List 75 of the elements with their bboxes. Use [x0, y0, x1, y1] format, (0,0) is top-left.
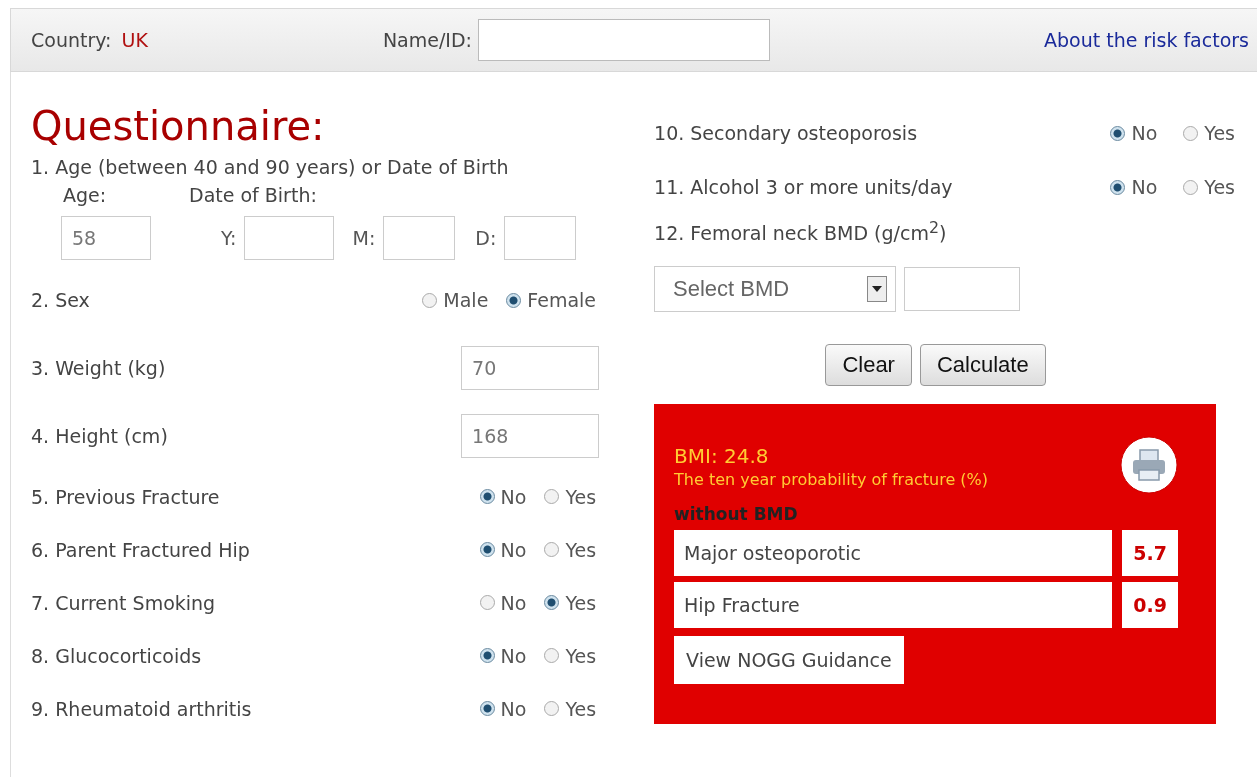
radio-button[interactable]: [479, 648, 495, 663]
radio-button[interactable]: [1110, 125, 1126, 141]
value-field[interactable]: 70: [461, 346, 600, 390]
option-label: Yes: [1204, 122, 1235, 144]
questionnaire-title: Questionnaire:: [31, 102, 326, 150]
question-label: 9. Rheumatoid arthritis: [31, 697, 252, 720]
question-label: 2. Sex: [31, 289, 90, 311]
option-label: Yes: [565, 591, 597, 614]
radio-button[interactable]: [422, 292, 438, 308]
question-label: 10. Secondary osteoporosis: [654, 122, 918, 144]
caret-icon: [867, 276, 888, 302]
bmd-field[interactable]: [904, 267, 1021, 311]
radio-button[interactable]: [1183, 125, 1199, 141]
option-label: Male: [443, 289, 489, 311]
option-label: Yes: [1204, 176, 1235, 198]
probability-cell: 5.7: [1122, 530, 1179, 576]
date-field[interactable]: [244, 216, 335, 260]
option-label: No: [500, 485, 527, 508]
radio-button[interactable]: [544, 542, 560, 557]
question-label: 3. Weight (kg): [31, 357, 166, 379]
option-label: No: [500, 591, 527, 614]
date-of-birth-label: Date of Birth:: [189, 184, 317, 206]
option-label: No: [500, 644, 527, 667]
question-label: 1. Age (between 40 and 90 years) or Date of Birth: [31, 156, 510, 178]
radio-button[interactable]: [479, 595, 495, 610]
form-button[interactable]: Calculate: [919, 344, 1046, 386]
question-label: 11. Alcohol 3 or more units/day: [654, 176, 953, 198]
option-label: Yes: [565, 697, 597, 720]
option-label: Yes: [565, 485, 597, 508]
date-part-label: D:: [475, 227, 497, 249]
radio-button[interactable]: [544, 489, 560, 504]
bmd-select[interactable]: Select BMD: [654, 266, 897, 312]
option-label: No: [1131, 176, 1158, 198]
value-field[interactable]: 168: [461, 414, 600, 458]
risk-factors-link[interactable]: About the risk factors: [1043, 29, 1249, 51]
radio-button[interactable]: [1183, 179, 1199, 195]
radio-button[interactable]: [1110, 179, 1126, 195]
section-heading: without BMD: [674, 504, 799, 524]
option-label: No: [500, 538, 527, 561]
age-field[interactable]: 58: [61, 216, 151, 260]
printer-icon[interactable]: [1120, 436, 1179, 494]
question-label: 12. Femoral neck BMD (g/cm$^{2}$): [654, 218, 948, 247]
bmi-value: BMI: 24.8: [674, 444, 770, 468]
fracture-type-cell: Major osteoporotic: [674, 530, 1113, 576]
probability-cell: 0.9: [1122, 582, 1179, 628]
question-label: 5. Previous Fracture: [31, 485, 220, 508]
option-label: Yes: [565, 644, 597, 667]
date-field[interactable]: [383, 216, 456, 260]
country-label: Country:: [31, 29, 112, 51]
name-label: Name/ID:: [382, 29, 472, 51]
guidance-button[interactable]: View NOGG Guidance: [674, 636, 904, 684]
probability-caption: The ten year probability of fracture (%): [674, 470, 989, 489]
form-button[interactable]: Clear: [825, 344, 912, 386]
country-value: UK: [121, 29, 148, 51]
option-label: Yes: [565, 538, 597, 561]
option-label: No: [500, 697, 527, 720]
question-label: 4. Height (cm): [31, 425, 168, 447]
radio-button[interactable]: [544, 701, 560, 716]
option-label: Female: [527, 289, 597, 311]
date-field[interactable]: [504, 216, 577, 260]
radio-button[interactable]: [479, 542, 495, 557]
date-part-label: M:: [352, 227, 376, 249]
radio-button[interactable]: [544, 648, 560, 663]
fracture-type-cell: Hip Fracture: [674, 582, 1113, 628]
option-label: No: [1131, 122, 1158, 144]
radio-button[interactable]: [479, 701, 495, 716]
radio-button[interactable]: [506, 292, 522, 308]
radio-button[interactable]: [544, 595, 560, 610]
age-label: Age:: [63, 184, 108, 206]
question-label: 6. Parent Fractured Hip: [31, 538, 250, 561]
date-part-label: Y:: [221, 227, 237, 249]
question-label: 8. Glucocorticoids: [31, 644, 202, 667]
radio-button[interactable]: [479, 489, 495, 504]
name-field[interactable]: [477, 19, 770, 61]
question-label: 7. Current Smoking: [31, 591, 216, 614]
